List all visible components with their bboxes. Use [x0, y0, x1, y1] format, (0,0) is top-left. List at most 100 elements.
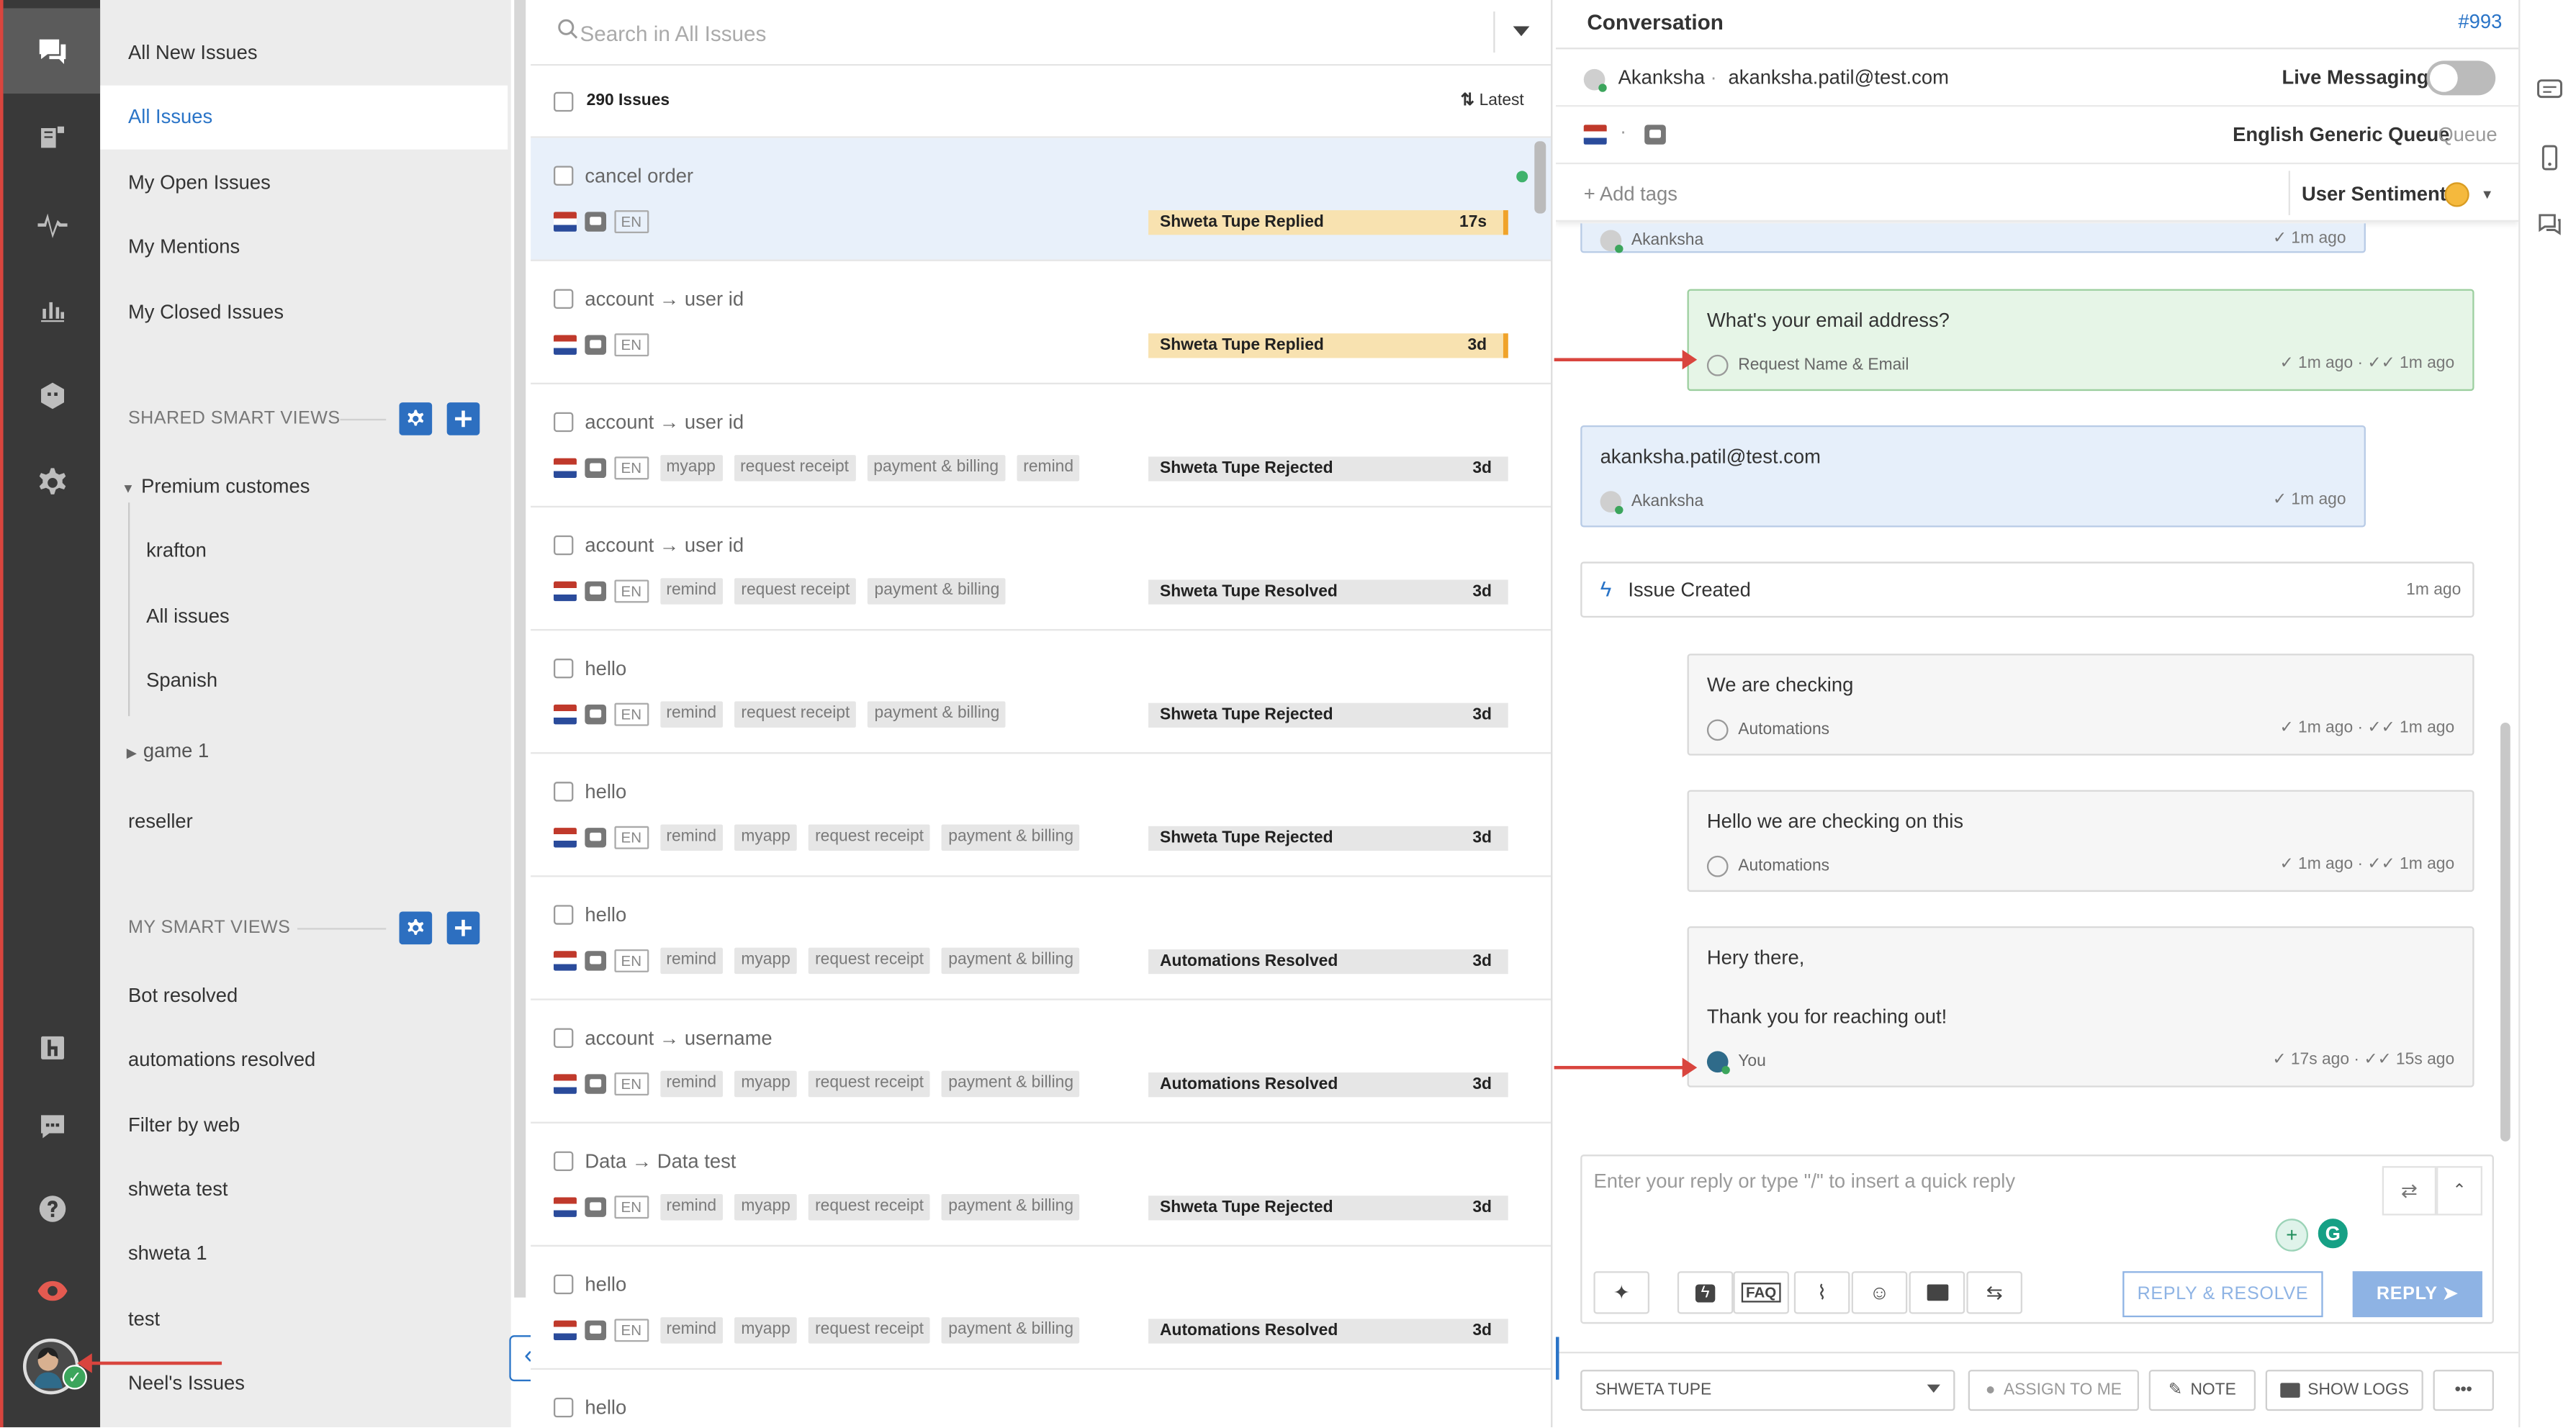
- nav-all-issues[interactable]: All Issues: [100, 85, 508, 150]
- row-checkbox[interactable]: [554, 1274, 574, 1295]
- row-checkbox[interactable]: [554, 1151, 574, 1171]
- reply-input[interactable]: [1593, 1169, 2366, 1206]
- briefcase-button[interactable]: [1909, 1271, 1965, 1314]
- add-tags-button[interactable]: + Add tags: [1584, 182, 1677, 205]
- more-options-button[interactable]: •••: [2433, 1370, 2494, 1411]
- filter-dropdown-icon[interactable]: [1513, 26, 1530, 37]
- row-checkbox[interactable]: [554, 412, 574, 433]
- nav-my-mentions[interactable]: My Mentions: [128, 235, 240, 258]
- nav-group-game-1[interactable]: ▶ game 1: [127, 739, 210, 762]
- shared-views-settings-button[interactable]: [399, 402, 433, 435]
- row-checkbox[interactable]: [554, 905, 574, 925]
- nav-spanish[interactable]: Spanish: [146, 669, 217, 692]
- shared-views-add-button[interactable]: [446, 402, 480, 435]
- faq-button[interactable]: FAQ: [1733, 1271, 1789, 1314]
- nav-neels-issues[interactable]: Neel's Issues: [128, 1371, 245, 1394]
- device-info-icon[interactable]: [2536, 145, 2563, 171]
- chat-bubble-icon[interactable]: [4, 1084, 101, 1170]
- expand-button[interactable]: ⌃: [2436, 1166, 2482, 1216]
- row-checkbox[interactable]: [554, 166, 574, 186]
- issue-tag: request receipt: [733, 455, 856, 482]
- issue-row[interactable]: Data → Data test EN remind myapp request rec…: [531, 1124, 1552, 1247]
- platform-flag-icon: [554, 581, 577, 602]
- nav-shweta-1[interactable]: shweta 1: [128, 1242, 207, 1265]
- issue-row[interactable]: hello EN remind myapp request receipt payment…: [531, 1247, 1552, 1370]
- issue-row[interactable]: account → user id EN remind request receipt…: [531, 507, 1552, 631]
- nav-automations-resolved[interactable]: automations resolved: [128, 1048, 315, 1071]
- user-name[interactable]: Akanksha: [1618, 65, 1705, 89]
- issue-title: hello: [585, 1396, 627, 1419]
- nav-reseller[interactable]: reseller: [128, 810, 193, 833]
- annotation-arrow: [1554, 1057, 1698, 1077]
- select-all-checkbox[interactable]: [554, 91, 574, 112]
- nav-group-premium[interactable]: ▼ Premium customes: [122, 474, 310, 497]
- nav-krafton[interactable]: krafton: [146, 538, 207, 561]
- live-messaging-toggle[interactable]: [2426, 60, 2496, 96]
- preview-eye-icon[interactable]: [4, 1248, 101, 1334]
- show-logs-button[interactable]: SHOW LOGS: [2265, 1370, 2423, 1411]
- issue-title: Data → Data test: [585, 1149, 737, 1173]
- issue-row[interactable]: hello EN remind request receipt payment & bi…: [531, 631, 1552, 754]
- thread-scrollbar[interactable]: [2500, 723, 2510, 1142]
- nav-shweta-test[interactable]: shweta test: [128, 1178, 228, 1201]
- nav-my-closed-issues[interactable]: My Closed Issues: [128, 301, 284, 324]
- reply-button[interactable]: REPLY ➤: [2352, 1271, 2482, 1318]
- queue-name[interactable]: English Generic Queue: [2233, 123, 2449, 146]
- suggestion-bulb-icon[interactable]: +: [2275, 1219, 2309, 1252]
- knowledge-base-icon[interactable]: [4, 95, 101, 181]
- row-checkbox[interactable]: [554, 782, 574, 802]
- assign-to-me-button[interactable]: ● ASSIGN TO ME: [1968, 1370, 2140, 1411]
- ai-assist-button[interactable]: ✦: [1593, 1271, 1650, 1314]
- sentiment-face-icon[interactable]: [2444, 182, 2469, 207]
- translate-button[interactable]: ⇄: [2382, 1166, 2437, 1216]
- nav-filter-by-web[interactable]: Filter by web: [128, 1113, 240, 1136]
- issue-row[interactable]: account → user id EN Shweta Tupe Replied 3d: [531, 261, 1552, 384]
- right-rail: [2518, 0, 2576, 1427]
- settings-icon[interactable]: [4, 440, 101, 526]
- activity-icon[interactable]: [4, 181, 101, 266]
- status-age: 3d: [1472, 1075, 1492, 1094]
- row-checkbox[interactable]: [554, 1397, 574, 1418]
- nav-my-open-issues[interactable]: My Open Issues: [128, 171, 271, 194]
- row-checkbox[interactable]: [554, 1028, 574, 1048]
- row-checkbox[interactable]: [554, 289, 574, 309]
- list-scrollbar[interactable]: [1534, 141, 1546, 214]
- my-views-settings-button[interactable]: [399, 911, 433, 945]
- conversations-icon[interactable]: [3, 8, 101, 94]
- past-conversations-icon[interactable]: [2536, 212, 2563, 238]
- issue-row[interactable]: hello: [531, 1370, 1551, 1427]
- row-meta: EN remind request receipt payment & billing: [554, 701, 1006, 728]
- note-button[interactable]: ✎ NOTE: [2148, 1370, 2256, 1411]
- helpshift-icon[interactable]: [4, 1006, 101, 1091]
- user-sentiment-label: User Sentiment: [2301, 182, 2446, 206]
- quick-reply-button[interactable]: ϟ: [1677, 1271, 1734, 1314]
- search-input[interactable]: [580, 16, 1467, 50]
- assignee-dropdown[interactable]: SHWETA TUPE: [1580, 1370, 1955, 1411]
- row-checkbox[interactable]: [554, 659, 574, 679]
- nav-bot-resolved[interactable]: Bot resolved: [128, 984, 238, 1007]
- group-label: Premium customes: [141, 474, 310, 498]
- grammarly-icon[interactable]: G: [2315, 1215, 2351, 1252]
- emoji-button[interactable]: ☺: [1851, 1271, 1908, 1314]
- custom-fields-icon[interactable]: [2536, 76, 2563, 102]
- help-icon[interactable]: [4, 1166, 101, 1252]
- attach-button[interactable]: ⌇: [1793, 1271, 1850, 1314]
- nav-all-new-issues[interactable]: All New Issues: [128, 41, 258, 64]
- reply-resolve-button[interactable]: REPLY & RESOLVE: [2122, 1271, 2323, 1318]
- issue-row[interactable]: cancel order EN Shweta Tupe Replied 17s: [531, 137, 1552, 261]
- row-checkbox[interactable]: [554, 535, 574, 556]
- analytics-icon[interactable]: [4, 268, 101, 353]
- my-views-add-button[interactable]: [446, 911, 480, 945]
- issue-row[interactable]: account → user id EN myapp request receipt p…: [531, 384, 1552, 508]
- bot-icon[interactable]: [4, 353, 101, 439]
- issue-row[interactable]: account → username EN remind myapp request r…: [531, 1000, 1552, 1124]
- nav-scrollbar[interactable]: [514, 0, 526, 1298]
- issue-row[interactable]: hello EN remind myapp request receipt payment…: [531, 877, 1552, 1000]
- transfer-button[interactable]: ⇆: [1966, 1271, 2023, 1314]
- nav-test[interactable]: test: [128, 1307, 160, 1330]
- sort-button[interactable]: ⇅ Latest: [1461, 92, 1524, 110]
- sentiment-chevron-icon[interactable]: ▼: [2481, 187, 2494, 202]
- issue-row[interactable]: hello EN remind myapp request receipt payment…: [531, 754, 1552, 877]
- issue-id[interactable]: #993: [2458, 10, 2502, 33]
- nav-all-issues-child[interactable]: All issues: [146, 605, 230, 628]
